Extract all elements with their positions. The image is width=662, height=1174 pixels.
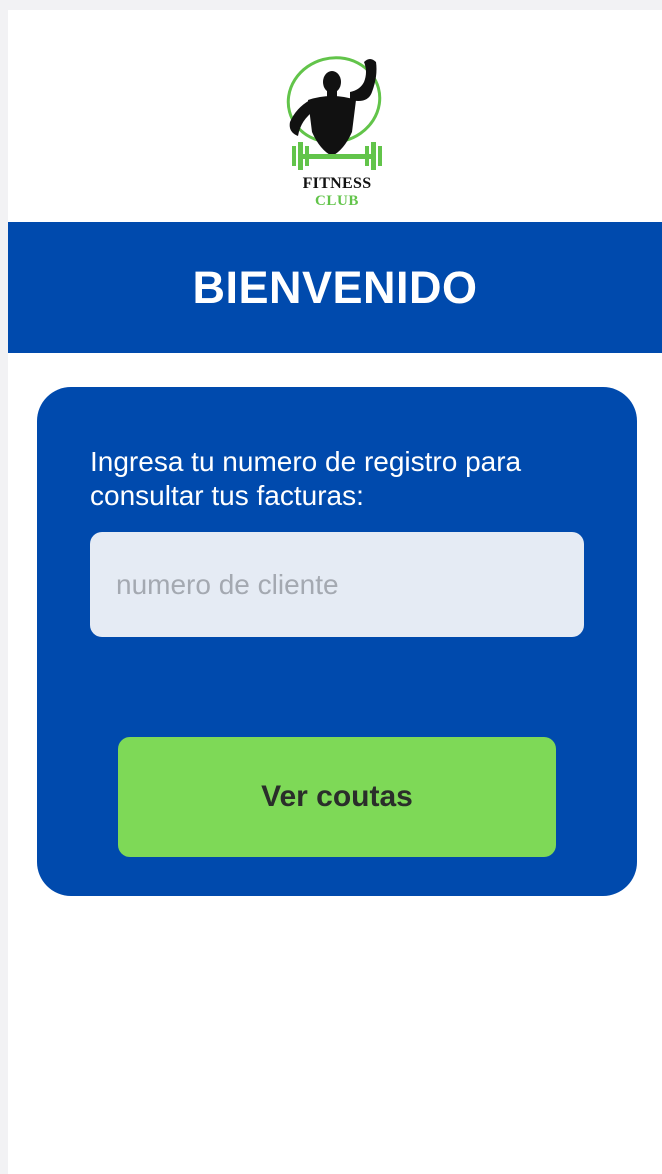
bodybuilder-dumbbell-icon bbox=[286, 56, 382, 170]
view-fees-button[interactable]: Ver coutas bbox=[118, 737, 556, 857]
banner-title: BIENVENIDO bbox=[192, 261, 478, 313]
client-number-input[interactable] bbox=[90, 532, 584, 637]
logo-text-club: CLUB bbox=[314, 193, 360, 209]
top-strip bbox=[0, 0, 662, 10]
fitness-club-logo: FITNESS CLUB bbox=[284, 52, 390, 216]
logo-text-fitness: FITNESS bbox=[302, 175, 372, 192]
left-edge bbox=[0, 10, 8, 1174]
welcome-banner: BIENVENIDO bbox=[8, 222, 662, 353]
lookup-card: Ingresa tu numero de registro para consu… bbox=[37, 387, 637, 896]
lookup-prompt: Ingresa tu numero de registro para consu… bbox=[90, 446, 522, 511]
page: FITNESS CLUB BIENVENIDO Ingresa tu numer… bbox=[0, 0, 662, 1174]
